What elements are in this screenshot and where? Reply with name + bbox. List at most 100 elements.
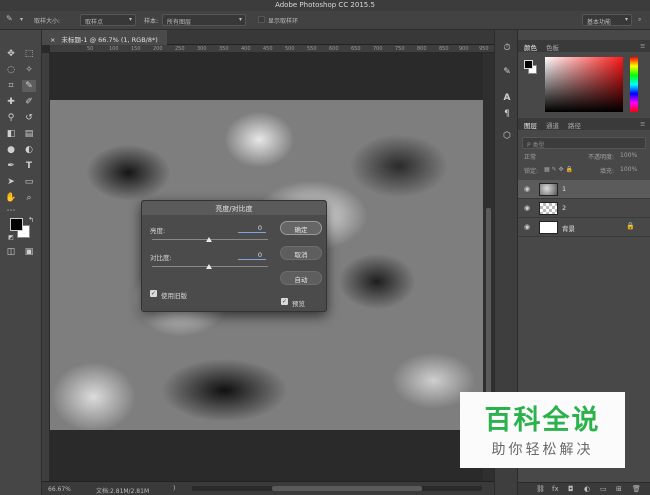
- auto-button[interactable]: 自动: [280, 271, 322, 285]
- tab-paths[interactable]: 路径: [568, 120, 581, 130]
- new-layer-icon[interactable]: ⊞: [616, 485, 622, 493]
- layer-row[interactable]: ◉ 2: [518, 199, 650, 218]
- quick-mask-icon[interactable]: ◫: [4, 246, 18, 258]
- scrollbar-thumb[interactable]: [272, 486, 422, 491]
- document-tab[interactable]: × 未标题-1 @ 66.7% (1, RGB/8*) *: [42, 30, 167, 52]
- scrollbar-thumb[interactable]: [486, 208, 491, 408]
- sample-size-select[interactable]: 取样点 ▾: [80, 14, 136, 26]
- contrast-slider-handle[interactable]: [206, 264, 212, 269]
- hand-tool-icon[interactable]: ✋: [4, 192, 18, 204]
- panel-menu-icon[interactable]: ≡: [640, 120, 645, 128]
- tab-color[interactable]: 颜色: [524, 42, 537, 52]
- color-picker-field[interactable]: [545, 57, 623, 112]
- contrast-label: 对比度:: [150, 254, 172, 262]
- zoom-level[interactable]: 66.67%: [48, 486, 71, 493]
- tab-layers[interactable]: 图层: [524, 120, 537, 130]
- sample-select[interactable]: 所有图层 ▾: [162, 14, 246, 26]
- panel-menu-icon[interactable]: ≡: [640, 42, 645, 50]
- watermark-logo: 百科全说 助你轻松解决: [460, 392, 625, 468]
- ok-button[interactable]: 确定: [280, 221, 322, 235]
- brightness-slider-handle[interactable]: [206, 237, 212, 242]
- eye-icon[interactable]: ◉: [524, 204, 530, 212]
- gradient-tool-icon[interactable]: ▤: [22, 128, 36, 140]
- lasso-tool-icon[interactable]: ◌: [4, 64, 18, 76]
- 3d-panel-icon[interactable]: ⬡: [501, 130, 513, 142]
- layers-panel-tabs: 图层 通道 路径 ≡: [518, 118, 650, 130]
- character-panel-icon[interactable]: A: [501, 92, 513, 104]
- move-tool-icon[interactable]: ✥: [4, 48, 18, 60]
- magic-wand-tool-icon[interactable]: ✧: [22, 64, 36, 76]
- layer-row[interactable]: ◉ 1: [518, 180, 650, 199]
- paragraph-panel-icon[interactable]: ¶: [501, 108, 513, 120]
- status-menu-arrow[interactable]: ): [173, 485, 175, 492]
- screen-mode-icon[interactable]: ▣: [22, 246, 36, 258]
- contrast-input[interactable]: 0: [238, 251, 266, 260]
- show-ring-checkbox[interactable]: [258, 16, 265, 23]
- brightness-input[interactable]: 0: [238, 224, 266, 233]
- healing-brush-tool-icon[interactable]: ✚: [4, 96, 18, 108]
- blend-mode-select[interactable]: 正常: [524, 152, 536, 161]
- show-ring-label: 显示取样环: [268, 18, 299, 25]
- blur-tool-icon[interactable]: ●: [4, 144, 18, 156]
- close-icon[interactable]: ×: [50, 36, 55, 44]
- preview-checkbox[interactable]: ✓: [281, 298, 288, 305]
- new-group-icon[interactable]: ▭: [600, 485, 607, 493]
- brush-panel-icon[interactable]: ✎: [501, 66, 513, 78]
- chevron-down-icon: ▾: [238, 16, 242, 23]
- tab-swatches[interactable]: 色板: [546, 42, 559, 52]
- ruler-number: 50: [87, 46, 94, 52]
- ruler-number: 800: [417, 46, 427, 52]
- brush-tool-icon[interactable]: ✐: [22, 96, 36, 108]
- link-layers-icon[interactable]: ⛓: [536, 485, 545, 493]
- eyedropper-tool-icon[interactable]: ✎: [6, 14, 13, 23]
- search-icon[interactable]: ⌕: [638, 16, 641, 24]
- rectangle-tool-icon[interactable]: ▭: [22, 176, 36, 188]
- delete-layer-icon[interactable]: 🗑: [632, 485, 641, 493]
- zoom-tool-icon[interactable]: ⌕: [22, 192, 36, 204]
- use-legacy-checkbox[interactable]: ✓: [150, 290, 157, 297]
- dodge-tool-icon[interactable]: ◐: [22, 144, 36, 156]
- layers-panel-footer: ⛓ fx ◘ ◐ ▭ ⊞ 🗑: [518, 482, 650, 495]
- opacity-label: 不透明度:: [588, 154, 615, 161]
- layer-name: 1: [562, 185, 567, 193]
- clone-stamp-tool-icon[interactable]: ⚲: [4, 112, 18, 124]
- document-tab-bar: × 未标题-1 @ 66.7% (1, RGB/8*) *: [42, 30, 494, 52]
- layer-style-icon[interactable]: fx: [552, 485, 559, 493]
- eye-icon[interactable]: ◉: [524, 223, 530, 231]
- ruler-number: 150: [131, 46, 141, 52]
- lock-options-icon[interactable]: ▦ ✎ ✥ 🔒: [544, 166, 573, 173]
- pen-tool-icon[interactable]: ✒: [4, 160, 18, 172]
- type-tool-icon[interactable]: T: [22, 160, 36, 172]
- path-selection-tool-icon[interactable]: ➤: [4, 176, 18, 188]
- ruler-number: 650: [351, 46, 361, 52]
- crop-tool-icon[interactable]: ⌗: [4, 80, 18, 92]
- lock-icon: 🔒: [626, 222, 635, 230]
- add-mask-icon[interactable]: ◘: [568, 485, 574, 493]
- foreground-color-overlay[interactable]: [10, 218, 23, 231]
- eraser-tool-icon[interactable]: ◧: [4, 128, 18, 140]
- tab-channels[interactable]: 通道: [546, 120, 559, 130]
- history-brush-tool-icon[interactable]: ↺: [22, 112, 36, 124]
- foreground-color-swatch[interactable]: [524, 60, 533, 69]
- horizontal-scrollbar[interactable]: [192, 486, 482, 491]
- cancel-button[interactable]: 取消: [280, 246, 322, 260]
- layer-filter-input[interactable]: P 类型: [522, 137, 646, 149]
- swap-colors-icon[interactable]: ↰: [24, 214, 38, 226]
- eyedropper-tool-icon[interactable]: ✎: [22, 80, 36, 92]
- ruler-number: 750: [395, 46, 405, 52]
- adjustment-layer-icon[interactable]: ◐: [584, 485, 590, 493]
- history-panel-icon[interactable]: ⏱: [501, 42, 513, 54]
- layer-row[interactable]: ◉ 背景 🔒: [518, 218, 650, 237]
- horizontal-ruler: 50 100 150 200 250 300 350 400 450 500 5…: [50, 45, 494, 53]
- default-colors-icon[interactable]: ◩: [4, 232, 18, 244]
- fill-value[interactable]: 100%: [620, 166, 637, 173]
- workspace-select[interactable]: 基本功能 ▾: [582, 14, 632, 26]
- hue-slider[interactable]: [630, 57, 638, 112]
- tool-preset-chevron-icon[interactable]: ▾: [20, 16, 23, 23]
- ruler-number: 300: [197, 46, 207, 52]
- more-tools-icon[interactable]: ⋯: [4, 205, 18, 217]
- eye-icon[interactable]: ◉: [524, 185, 530, 193]
- opacity-value[interactable]: 100%: [620, 152, 637, 159]
- ruler-number: 200: [153, 46, 163, 52]
- marquee-tool-icon[interactable]: ⬚: [22, 48, 36, 60]
